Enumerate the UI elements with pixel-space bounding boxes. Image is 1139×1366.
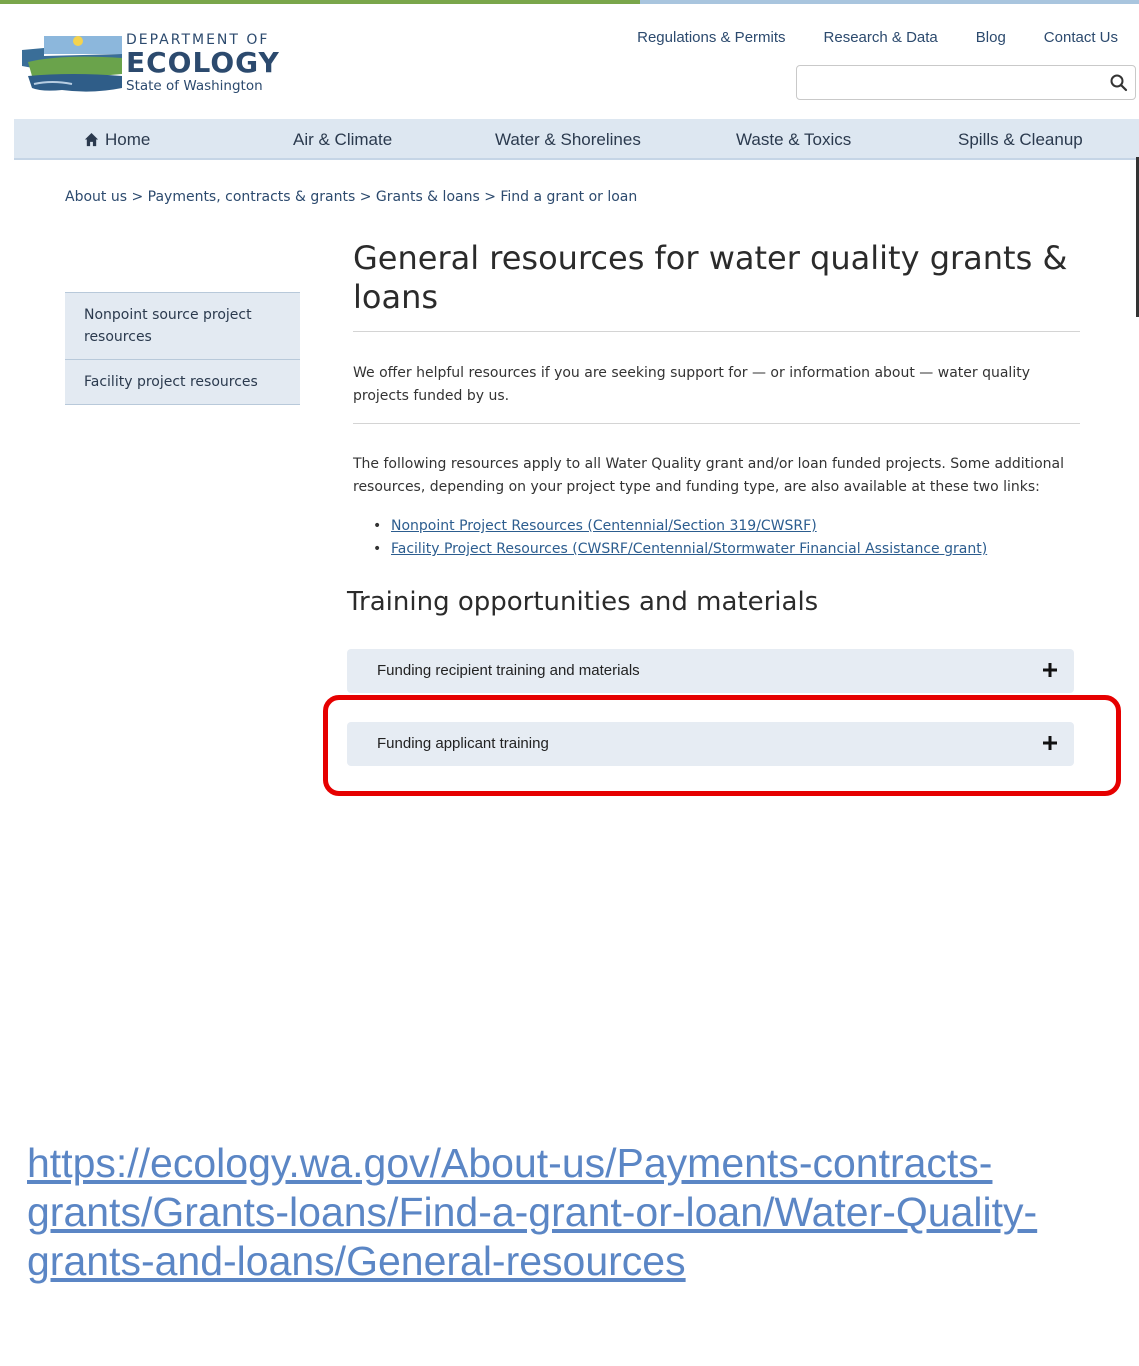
sidebar-item-facility[interactable]: Facility project resources (65, 359, 300, 405)
top-accent-green (0, 0, 640, 4)
sidebar-item-nonpoint[interactable]: Nonpoint source project resources (65, 292, 300, 359)
nav-item-waste-toxics[interactable]: Waste & Toxics (736, 130, 851, 150)
nav-item-home-label: Home (105, 130, 151, 149)
accordion-recipient-training[interactable]: Funding recipient training and materials (347, 649, 1074, 693)
nav-item-home[interactable]: Home (84, 130, 150, 150)
logo-line-3: State of Washington (126, 78, 263, 94)
nav-item-air-climate[interactable]: Air & Climate (293, 130, 392, 150)
link-facility-resources[interactable]: Facility Project Resources (CWSRF/Centen… (391, 541, 987, 557)
section-heading: Training opportunities and materials (347, 587, 819, 617)
logo-wordmark[interactable]: DEPARTMENT OF ECOLOGY State of Washingto… (126, 32, 280, 94)
search-icon[interactable] (1109, 73, 1129, 93)
util-link-blog[interactable]: Blog (976, 29, 1006, 46)
main-nav: Home Air & Climate Water & Shorelines Wa… (14, 119, 1139, 160)
resource-links-list: Nonpoint Project Resources (Centennial/S… (373, 515, 987, 561)
nav-item-spills-cleanup[interactable]: Spills & Cleanup (958, 130, 1083, 150)
logo-line-2: ECOLOGY (126, 46, 280, 79)
list-item: Facility Project Resources (CWSRF/Centen… (373, 538, 987, 561)
home-icon (84, 132, 99, 147)
search-input[interactable] (797, 66, 1097, 99)
sidebar: Nonpoint source project resources Facili… (65, 292, 300, 405)
breadcrumb[interactable]: About us > Payments, contracts & grants … (65, 189, 637, 205)
accordion-label: Funding recipient training and materials (377, 662, 640, 679)
util-link-regulations[interactable]: Regulations & Permits (637, 29, 785, 46)
url-caption[interactable]: https://ecology.wa.gov/About-us/Payments… (27, 1139, 1127, 1286)
resources-paragraph: The following resources apply to all Wat… (353, 456, 1064, 495)
util-link-research[interactable]: Research & Data (824, 29, 938, 46)
highlight-box (323, 695, 1121, 796)
divider (353, 423, 1080, 424)
page-title: General resources for water quality gran… (353, 239, 1068, 316)
divider (353, 331, 1080, 332)
intro-paragraph: We offer helpful resources if you are se… (353, 365, 1030, 404)
top-accent-blue (640, 0, 1139, 4)
nav-item-water-shorelines[interactable]: Water & Shorelines (495, 130, 641, 150)
plus-icon[interactable] (1043, 663, 1057, 677)
link-nonpoint-resources[interactable]: Nonpoint Project Resources (Centennial/S… (391, 518, 817, 534)
search-box (796, 65, 1136, 100)
utility-nav: Regulations & Permits Research & Data Bl… (637, 29, 1118, 46)
list-item: Nonpoint Project Resources (Centennial/S… (373, 515, 987, 538)
util-link-contact[interactable]: Contact Us (1044, 29, 1118, 46)
